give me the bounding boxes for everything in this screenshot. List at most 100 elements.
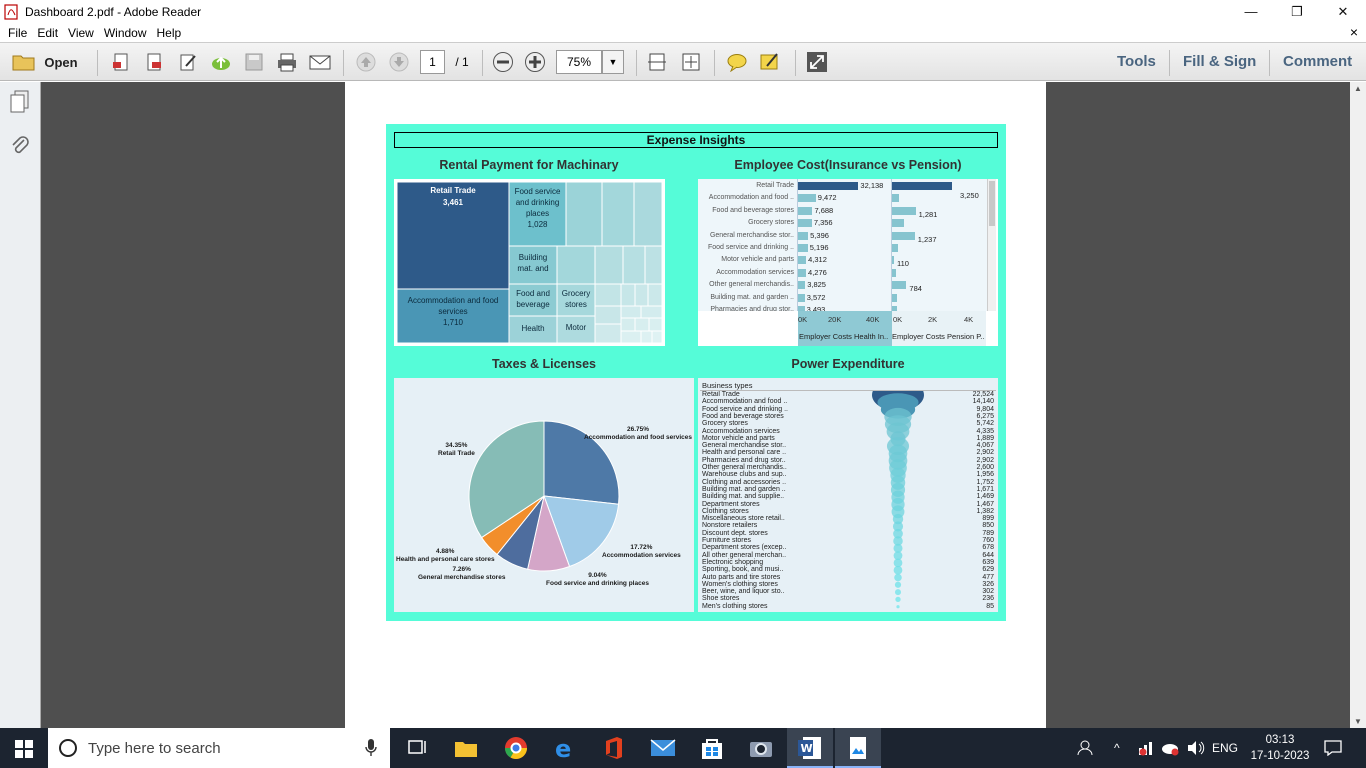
pension-bar[interactable] (892, 231, 915, 240)
previous-page-icon[interactable] (355, 51, 377, 73)
treemap-tile-health[interactable]: Health (511, 324, 555, 333)
insurance-bar[interactable] (798, 182, 859, 190)
notifications-icon[interactable] (1324, 740, 1342, 756)
upload-cloud-icon[interactable] (210, 51, 232, 73)
treemap-tile-building-mat[interactable]: Building mat. and (511, 252, 555, 274)
network-icon[interactable] (1137, 740, 1157, 756)
power-bubble[interactable] (894, 573, 902, 582)
camera-icon[interactable] (748, 736, 774, 760)
page-number-input[interactable]: 1 (420, 50, 445, 74)
fit-width-icon[interactable] (646, 51, 668, 73)
power-bubble[interactable] (895, 596, 901, 603)
insurance-bar[interactable] (798, 256, 807, 265)
mail-icon[interactable] (650, 736, 676, 760)
menu-edit[interactable]: Edit (37, 26, 58, 40)
word-taskbar-button[interactable]: W (787, 728, 833, 768)
comment-bubble-icon[interactable] (726, 51, 748, 73)
pension-bar[interactable] (892, 219, 904, 228)
menu-window[interactable]: Window (104, 26, 147, 40)
people-icon[interactable] (1077, 740, 1095, 756)
store-icon[interactable] (699, 736, 725, 760)
treemap-tile-food-beverage[interactable]: Food and beverage (511, 288, 555, 310)
power-bubble[interactable] (893, 565, 903, 575)
page-thumbnails-icon[interactable] (9, 90, 31, 114)
pension-bar[interactable] (892, 182, 952, 190)
treemap-tile-food-service[interactable]: Food service and drinking places 1,028 (511, 186, 564, 230)
pension-bar[interactable] (892, 281, 907, 290)
treemap-tile-motor[interactable]: Motor (559, 323, 593, 332)
insurance-bar[interactable] (798, 231, 809, 240)
power-row-label: Grocery stores (702, 420, 748, 428)
scroll-down-icon[interactable]: ▼ (1354, 717, 1362, 726)
zoom-dropdown-icon[interactable]: ▼ (602, 50, 624, 74)
highlight-icon[interactable] (759, 51, 781, 73)
microphone-icon[interactable] (365, 739, 377, 757)
search-box[interactable]: Type here to search (48, 728, 390, 768)
attachments-paperclip-icon[interactable] (10, 134, 30, 156)
tools-button[interactable]: Tools (1117, 53, 1156, 70)
zoom-in-icon[interactable] (524, 51, 546, 73)
treemap-tile-accommodation-food[interactable]: Accommodation and food services 1,710 (402, 295, 504, 328)
treemap-tile-retail-trade[interactable]: Retail Trade 3,461 (397, 185, 509, 209)
pension-bar[interactable] (892, 293, 897, 302)
power-row-value: 477 (982, 573, 994, 581)
minimize-button[interactable]: — (1228, 0, 1274, 23)
fit-page-icon[interactable] (680, 51, 702, 73)
pension-bar[interactable] (892, 194, 900, 203)
power-bubble[interactable] (894, 581, 902, 588)
office-icon[interactable] (601, 736, 627, 760)
power-bubble[interactable] (896, 605, 900, 609)
print-icon[interactable] (276, 51, 298, 73)
insurance-bar[interactable] (798, 219, 812, 228)
close-button[interactable]: ✕ (1320, 0, 1366, 23)
scroll-up-icon[interactable]: ▲ (1354, 84, 1362, 93)
onedrive-icon[interactable] (1161, 740, 1181, 756)
rental-title: Rental Payment for Machinary (439, 158, 619, 172)
employee-cost-title: Employee Cost(Insurance vs Pension) (734, 158, 962, 172)
insurance-bar[interactable] (798, 281, 806, 290)
edge-icon[interactable]: e (553, 736, 579, 760)
chart-scrollbar[interactable] (987, 179, 996, 311)
photos-taskbar-button[interactable] (835, 728, 881, 768)
insurance-bar[interactable] (798, 194, 816, 203)
insurance-bar[interactable] (798, 293, 805, 302)
fill-sign-button[interactable]: Fill & Sign (1183, 53, 1256, 70)
save-icon[interactable] (243, 51, 265, 73)
create-pdf-icon[interactable] (110, 51, 132, 73)
close-document-button[interactable]: × (1350, 24, 1358, 40)
insurance-bar[interactable] (798, 206, 813, 215)
power-row-value: 2,902 (976, 456, 994, 464)
pension-bar[interactable] (892, 268, 896, 277)
menu-help[interactable]: Help (157, 26, 182, 40)
windows-start-icon[interactable] (15, 740, 33, 758)
power-bubble[interactable] (894, 589, 902, 596)
treemap-tile-grocery[interactable]: Grocery stores (559, 288, 593, 310)
next-page-icon[interactable] (388, 51, 410, 73)
pension-bar[interactable] (892, 206, 916, 215)
zoom-out-icon[interactable] (492, 51, 514, 73)
edit-pdf-icon[interactable] (177, 51, 199, 73)
language-indicator[interactable]: ENG (1212, 728, 1238, 768)
vertical-scrollbar[interactable]: ▲ ▼ (1350, 82, 1366, 728)
full-screen-icon[interactable] (806, 51, 828, 73)
export-pdf-icon[interactable] (143, 51, 165, 73)
clock[interactable]: 03:13 17-10-2023 (1250, 732, 1310, 764)
chrome-icon[interactable] (503, 736, 529, 760)
zoom-input[interactable]: 75% (556, 50, 602, 74)
insurance-bar[interactable] (798, 268, 807, 277)
power-chart: Business types Retail Trade 22,524 Accommo… (698, 378, 998, 612)
insurance-bar[interactable] (798, 244, 808, 252)
email-icon[interactable] (309, 51, 331, 73)
menu-view[interactable]: View (68, 26, 94, 40)
pension-bar[interactable] (892, 256, 895, 265)
open-button[interactable]: Open (10, 51, 80, 73)
task-view-icon[interactable] (405, 736, 431, 760)
volume-icon[interactable] (1186, 740, 1206, 756)
show-hidden-icons-chevron-icon[interactable]: ^ (1114, 728, 1120, 768)
file-explorer-icon[interactable] (453, 736, 479, 760)
pension-bar[interactable] (892, 244, 898, 252)
restore-button[interactable]: ❐ (1274, 0, 1320, 23)
comment-button[interactable]: Comment (1283, 53, 1352, 70)
menu-file[interactable]: File (8, 26, 27, 40)
pie-label-pct: 4.88% (436, 548, 455, 555)
